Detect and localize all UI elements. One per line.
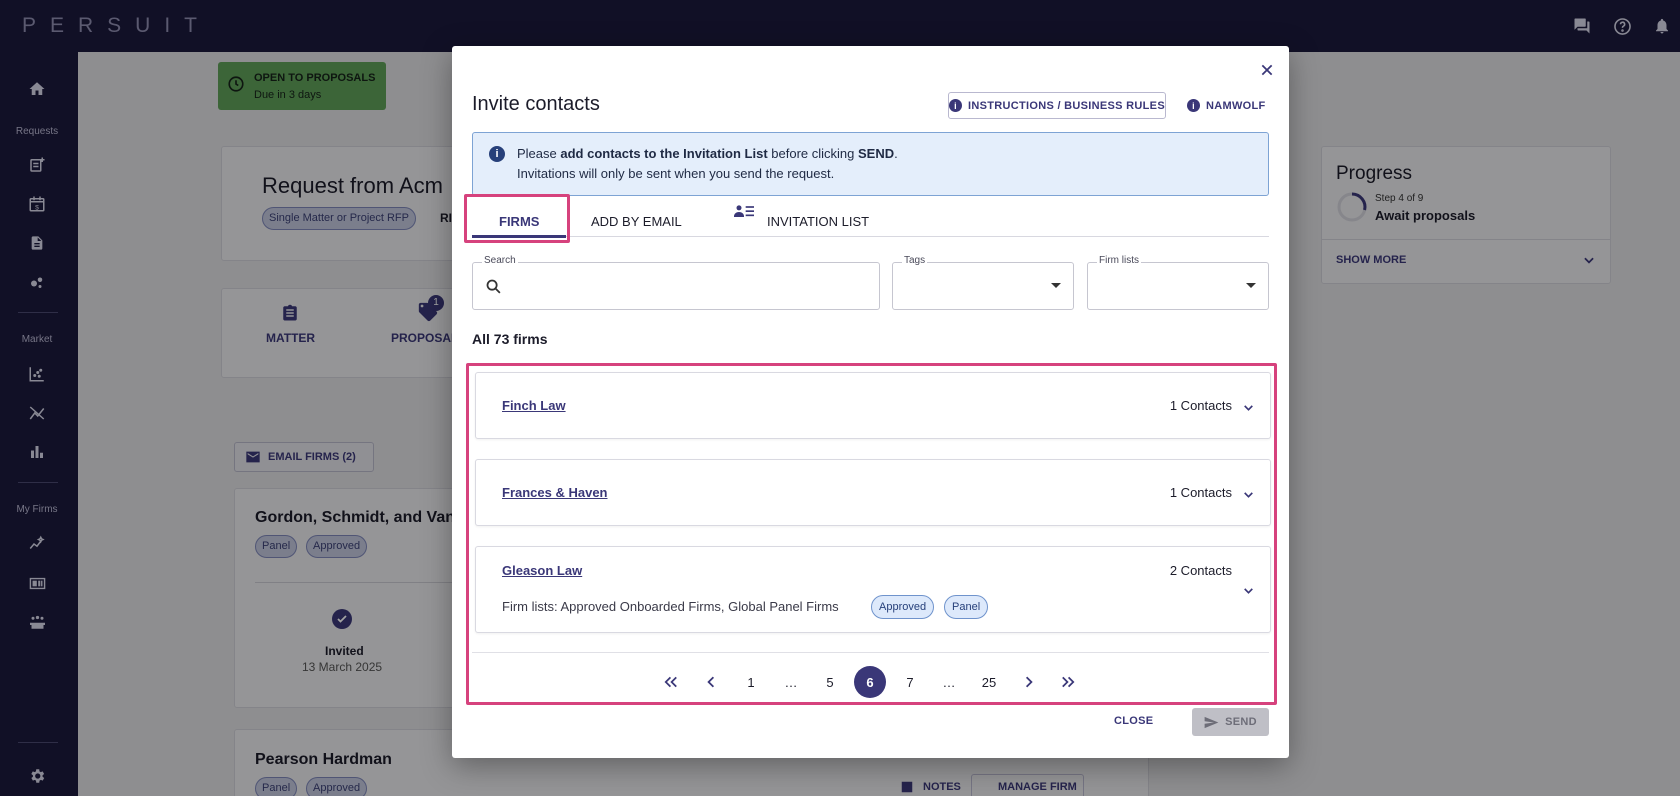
current-page-button[interactable]: 6 (854, 666, 886, 698)
tabs-divider (472, 236, 1269, 237)
info-alert: i Please add contacts to the Invitation … (472, 132, 1269, 196)
page-button[interactable]: 25 (973, 666, 1005, 698)
firm-list-highlight: Finch Law 1 Contacts Frances & Haven 1 C… (466, 363, 1277, 705)
next-page-icon[interactable] (1013, 666, 1045, 698)
close-button[interactable]: CLOSE (1114, 715, 1153, 727)
namwolf-label: NAMWOLF (1206, 99, 1266, 112)
firm-lists-select[interactable]: Firm lists (1087, 255, 1269, 310)
previous-page-icon[interactable] (695, 666, 727, 698)
dialog-title: Invite contacts (472, 93, 600, 115)
page-ellipsis: … (942, 674, 956, 690)
firm-row-finch-law[interactable]: Finch Law 1 Contacts (475, 372, 1271, 439)
namwolf-button[interactable]: i NAMWOLF (1187, 92, 1266, 119)
firm-name-link[interactable]: Finch Law (502, 398, 566, 413)
chevron-down-icon[interactable] (1240, 399, 1256, 415)
firm-contacts-count: 1 Contacts (1169, 398, 1232, 413)
page-button[interactable]: 1 (735, 666, 767, 698)
tab-add-by-email[interactable]: ADD BY EMAIL (591, 206, 682, 236)
approved-badge: Approved (871, 595, 935, 619)
firm-name-link[interactable]: Frances & Haven (502, 485, 608, 500)
firm-contacts-count: 1 Contacts (1169, 485, 1232, 500)
search-label: Search (482, 255, 518, 266)
contact-list-icon[interactable] (734, 203, 754, 221)
page-button[interactable]: 5 (814, 666, 846, 698)
search-icon (485, 278, 503, 296)
firm-row-gleason-law[interactable]: Gleason Law 2 Contacts Firm lists: Appro… (475, 546, 1271, 633)
close-icon[interactable] (1255, 58, 1279, 82)
firm-name-link[interactable]: Gleason Law (502, 563, 582, 578)
info-icon: i (489, 146, 505, 162)
tab-invitation-list[interactable]: INVITATION LIST (767, 206, 869, 236)
instructions-button[interactable]: i INSTRUCTIONS / BUSINESS RULES (948, 92, 1166, 119)
tags-label: Tags (902, 255, 928, 266)
firm-lists-label: Firm lists (1097, 255, 1141, 266)
info-icon: i (949, 99, 963, 112)
pagination-divider (472, 652, 1269, 653)
alert-line-2: Invitations will only be sent when you s… (517, 166, 835, 181)
instructions-label: INSTRUCTIONS / BUSINESS RULES (968, 99, 1165, 112)
send-button[interactable]: SEND (1192, 708, 1269, 736)
info-icon: i (1187, 99, 1200, 112)
tab-firms[interactable]: FIRMS (499, 206, 539, 236)
chevron-down-icon[interactable] (1240, 486, 1256, 502)
page-button[interactable]: 7 (894, 666, 926, 698)
page-ellipsis: … (784, 674, 798, 690)
firm-lists-text: Firm lists: Approved Onboarded Firms, Gl… (502, 599, 839, 614)
tags-select[interactable]: Tags (892, 255, 1074, 310)
send-icon (1204, 716, 1219, 728)
alert-line-1: Please add contacts to the Invitation Li… (517, 146, 898, 161)
firm-count-label: All 73 firms (472, 331, 548, 347)
first-page-icon[interactable] (655, 666, 687, 698)
firm-row-frances-haven[interactable]: Frances & Haven 1 Contacts (475, 459, 1271, 526)
last-page-icon[interactable] (1052, 666, 1084, 698)
send-label: SEND (1225, 716, 1257, 728)
invite-contacts-dialog: Invite contacts i INSTRUCTIONS / BUSINES… (452, 46, 1289, 758)
panel-badge: Panel (944, 595, 989, 619)
dropdown-arrow-icon (1051, 283, 1061, 288)
chevron-down-icon[interactable] (1240, 582, 1256, 598)
dropdown-arrow-icon (1246, 283, 1256, 288)
search-field[interactable]: Search (472, 255, 880, 310)
firm-contacts-count: 2 Contacts (1169, 563, 1232, 578)
